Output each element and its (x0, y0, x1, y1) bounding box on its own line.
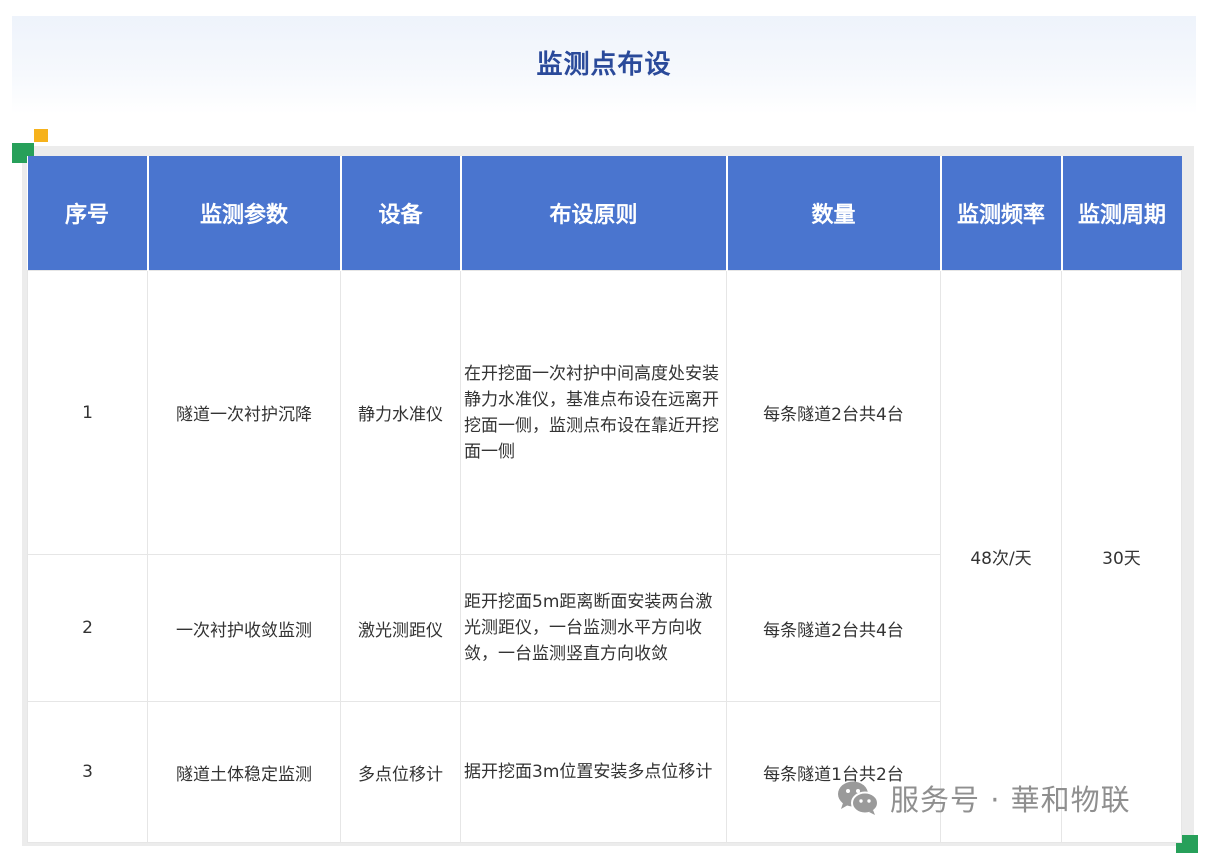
watermark-text: 服务号 · 華和物联 (890, 783, 1131, 817)
header-principle: 布设原则 (460, 156, 728, 271)
cell-principle: 距开挖面5m距离断面安装两台激光测距仪，一台监测水平方向收敛，一台监测竖直方向收… (460, 554, 727, 702)
header-frequency: 监测频率 (940, 156, 1063, 271)
decor-square-orange (34, 129, 48, 142)
cell-frequency: 48次/天 (940, 270, 1062, 843)
header-device: 设备 (340, 156, 462, 271)
table-row: 1 隧道一次衬护沉降 静力水准仪 在开挖面一次衬护中间高度处安装静力水准仪，基准… (27, 270, 1182, 843)
watermark: 服务号 · 華和物联 (836, 776, 1131, 820)
header-no: 序号 (27, 156, 149, 271)
header-quantity: 数量 (726, 156, 942, 271)
cell-principle: 在开挖面一次衬护中间高度处安装静力水准仪，基准点布设在远离开挖面一侧，监测点布设… (460, 270, 727, 555)
cell-param: 隧道一次衬护沉降 (147, 270, 341, 555)
cell-no: 1 (27, 270, 148, 555)
header-param: 监测参数 (147, 156, 342, 271)
cell-param: 一次衬护收敛监测 (147, 554, 341, 702)
table-header-row: 序号 监测参数 设备 布设原则 数量 监测频率 监测周期 (27, 156, 1182, 271)
wechat-icon (838, 781, 879, 815)
header-period: 监测周期 (1061, 156, 1182, 271)
monitoring-table: 序号 监测参数 设备 布设原则 数量 监测频率 监测周期 1 隧道一次衬护沉降 … (27, 156, 1182, 843)
cell-device: 激光测距仪 (340, 554, 461, 702)
cell-quantity: 每条隧道2台共4台 (726, 270, 941, 555)
cell-quantity: 每条隧道1台共2台 (726, 701, 941, 843)
cell-quantity: 每条隧道2台共4台 (726, 554, 941, 702)
cell-no: 3 (27, 701, 148, 843)
page-title: 监测点布设 (536, 49, 672, 80)
cell-device: 多点位移计 (340, 701, 461, 843)
cell-period: 30天 (1061, 270, 1182, 843)
cell-no: 2 (27, 554, 148, 702)
cell-param: 隧道土体稳定监测 (147, 701, 341, 843)
title-band: 监测点布设 (12, 16, 1196, 114)
cell-principle: 据开挖面3m位置安装多点位移计 (460, 701, 727, 843)
cell-device: 静力水准仪 (340, 270, 461, 555)
